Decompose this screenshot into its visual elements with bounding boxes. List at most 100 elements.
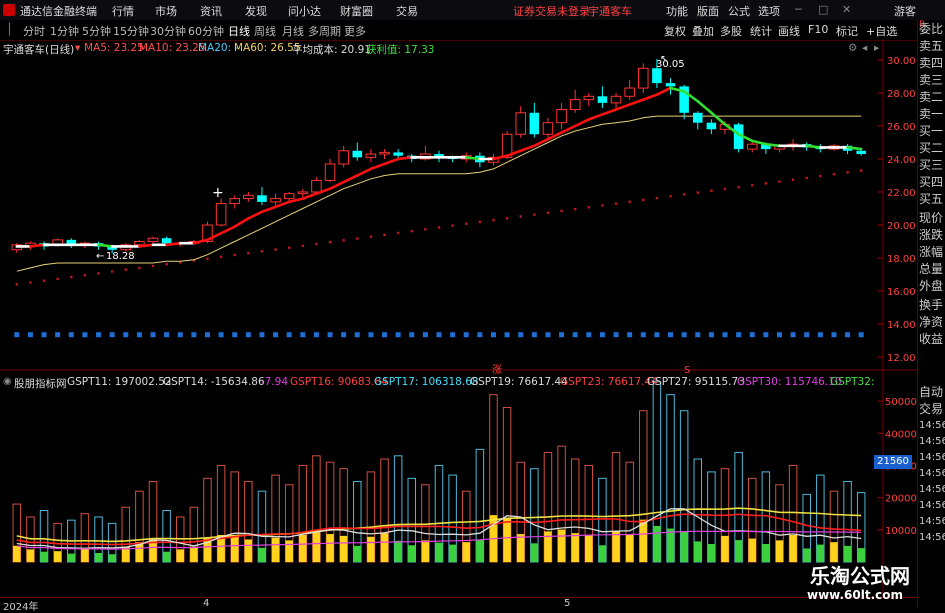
- candle: [297, 188, 309, 197]
- ma-segment: [655, 86, 672, 96]
- tab-5min[interactable]: 5分钟: [82, 23, 111, 39]
- menu-zixun[interactable]: 资讯: [200, 3, 222, 19]
- candle-body-up: [147, 237, 159, 242]
- ma-segment: [138, 243, 155, 248]
- menu-faxian[interactable]: 发现: [245, 3, 267, 19]
- volume-bar-base: [734, 540, 743, 562]
- tab-60min[interactable]: 60分钟: [188, 23, 224, 39]
- blue-dot: [490, 332, 496, 338]
- panel-time-2: 14:56: [919, 436, 945, 447]
- tool-zixuan[interactable]: +自选: [866, 23, 897, 39]
- red-dot: [859, 169, 863, 172]
- red-dot: [737, 185, 740, 189]
- price-tick-label: 14.00: [887, 320, 916, 331]
- collapse-icon[interactable]: ◂: [862, 42, 867, 54]
- red-dot: [546, 211, 550, 214]
- tab-monthly[interactable]: 月线: [282, 23, 304, 39]
- volume-bar-base: [462, 542, 470, 562]
- ma-toggle-icon[interactable]: ▾: [75, 42, 80, 54]
- tab-fenshi[interactable]: 分时: [23, 23, 45, 39]
- menu-jiaoyi[interactable]: 交易: [396, 3, 418, 19]
- panel-trade[interactable]: 交易: [919, 401, 945, 417]
- ma-segment: [710, 111, 727, 126]
- candle-body-up: [583, 95, 595, 101]
- gspt23-value: GSPT23: 76617.44: [560, 376, 658, 388]
- menu-hangqing[interactable]: 行情: [112, 3, 134, 19]
- ma-segment: [233, 217, 250, 228]
- ma-segment: [274, 200, 291, 209]
- tool-f10[interactable]: F10: [808, 23, 828, 36]
- ma-segment: [464, 156, 482, 161]
- menu-gongneng[interactable]: 功能: [666, 3, 688, 19]
- tab-30min[interactable]: 30分钟: [150, 23, 186, 39]
- menu-wenxiaoda[interactable]: 问小达: [288, 3, 321, 19]
- menu-caifuquan[interactable]: 财富圈: [340, 3, 373, 19]
- gspt32-value: GSPT32:: [830, 376, 875, 388]
- current-volume-badge: 21560: [874, 455, 912, 469]
- panel-row-buy4: 买四: [919, 175, 944, 189]
- panel-row-buy5: 买五: [919, 192, 944, 206]
- restore-icon[interactable]: □: [818, 3, 828, 16]
- blue-dot: [395, 332, 401, 338]
- ma5-value: MA5: 23.25: [84, 42, 144, 54]
- blue-dot: [422, 332, 428, 338]
- indicator-name[interactable]: 股朋指标网: [14, 376, 67, 391]
- red-dot: [219, 255, 223, 259]
- volume-bar-base: [762, 543, 770, 562]
- app-title: 通达信金融终端: [20, 5, 97, 18]
- ma-segment: [573, 118, 591, 128]
- blue-dot: [708, 332, 714, 338]
- tool-biaoji[interactable]: 标记: [836, 23, 858, 39]
- gspt17-value: GSPT17: 106318.68: [374, 376, 479, 388]
- panel-auto[interactable]: 自动: [919, 384, 945, 400]
- tab-1min[interactable]: 1分钟: [50, 23, 79, 39]
- blue-dot: [504, 332, 510, 338]
- volume-bar-base: [271, 537, 280, 562]
- volume-bar-base: [680, 531, 688, 562]
- stock-label[interactable]: 宇通客车(日线): [3, 42, 74, 57]
- menu-gongshi[interactable]: 公式: [728, 3, 750, 19]
- watermark-title: 乐淘公式网: [810, 564, 910, 588]
- login-notice[interactable]: 证券交易未登录: [513, 3, 590, 19]
- candle: [229, 195, 240, 209]
- red-dot: [519, 215, 522, 218]
- quote-side-panel: R 委比 卖五 卖四 卖三 卖二 卖一 买一 买二 买三 买四 买五 现价 涨跌…: [917, 20, 945, 609]
- tool-duogu[interactable]: 多股: [720, 23, 742, 39]
- red-dot: [696, 191, 699, 194]
- x-label-year: 2024年: [3, 602, 39, 613]
- tab-15min[interactable]: 15分钟: [113, 23, 149, 39]
- menu-shichang[interactable]: 市场: [155, 3, 177, 19]
- candle-body-up: [270, 198, 281, 203]
- blue-dot: [286, 332, 292, 338]
- tool-fuquan[interactable]: 复权: [664, 23, 686, 39]
- price-tick-label: 28.00: [887, 89, 916, 100]
- tab-daily[interactable]: 日线: [228, 23, 250, 39]
- app-logo-icon: [3, 4, 15, 16]
- tab-more[interactable]: 更多: [344, 23, 366, 39]
- tool-huaxian[interactable]: 画线: [778, 23, 800, 39]
- ma-segment: [219, 225, 237, 235]
- tab-multi-period[interactable]: 多周期: [308, 23, 341, 39]
- minimize-icon[interactable]: ─: [795, 3, 802, 16]
- expand-icon[interactable]: ▸: [874, 42, 879, 54]
- kline-chart[interactable]: 30.00 28.00 26.00 24.00 22.00 20.00 18.00 16.00…: [0, 40, 917, 609]
- close-icon[interactable]: ✕: [842, 3, 851, 16]
- candle-body-up: [243, 194, 254, 200]
- menu-banmian[interactable]: 版面: [697, 3, 719, 19]
- blue-dot: [218, 332, 224, 338]
- tool-tongji[interactable]: 统计: [750, 23, 772, 39]
- candle-body-up: [311, 179, 322, 193]
- sub-toggle-icon[interactable]: ◉: [3, 376, 12, 387]
- blue-dot: [681, 332, 687, 338]
- menu-xuanxiang[interactable]: 选项: [758, 3, 780, 19]
- red-dot: [764, 182, 768, 185]
- blue-dot: [82, 332, 88, 338]
- blue-dot: [409, 332, 415, 338]
- red-dot: [655, 196, 659, 200]
- guest-label[interactable]: 游客: [894, 3, 916, 19]
- tab-weekly[interactable]: 周线: [254, 23, 276, 39]
- settings-icon[interactable]: ⚙: [848, 42, 857, 54]
- blue-dot: [586, 332, 592, 338]
- blue-dot: [55, 332, 61, 338]
- tool-diejia[interactable]: 叠加: [692, 23, 714, 39]
